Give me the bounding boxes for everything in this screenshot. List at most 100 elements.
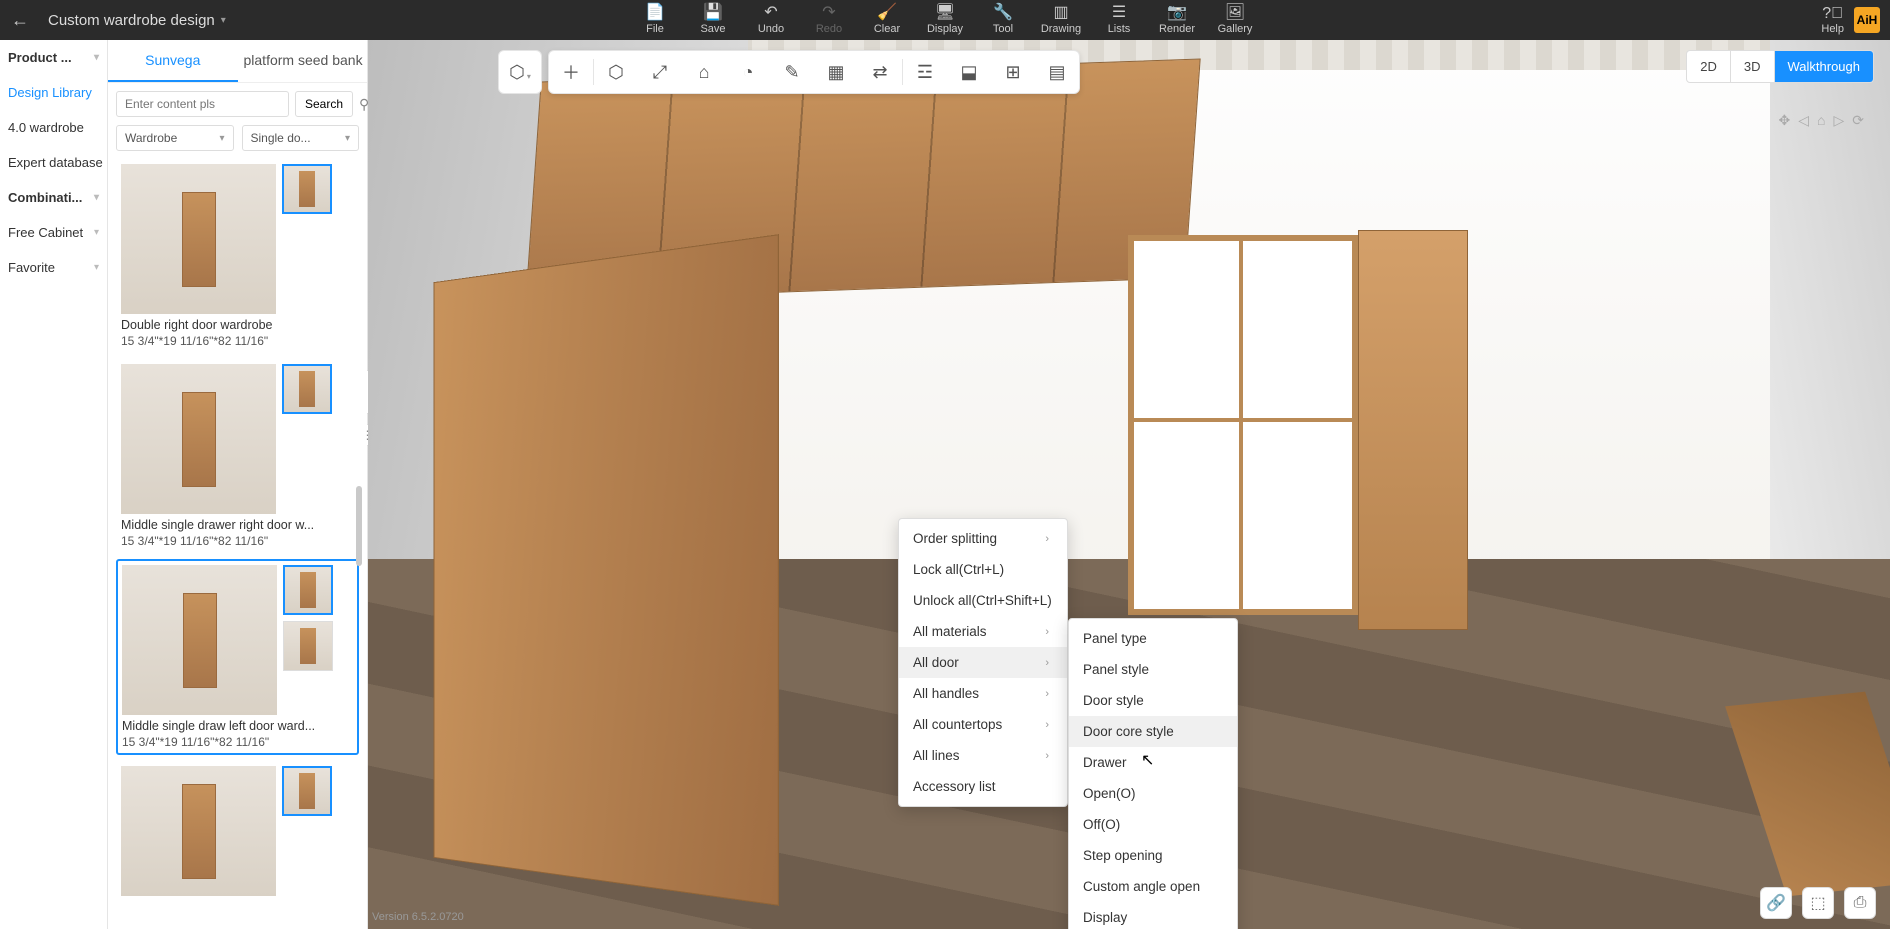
viewport-mode-button[interactable]: ⬡▾ [498,50,542,94]
project-title[interactable]: Custom wardrobe design ▾ [40,12,234,29]
tool-icon: ☲ [917,62,933,83]
card-thumb[interactable] [121,766,276,896]
vp-tool-3[interactable]: ⌂ [682,50,726,94]
toolbar-display[interactable]: 🖥Display [916,0,974,40]
variant-thumb[interactable] [283,621,333,671]
leftnav-item[interactable]: Favorite▾ [0,250,107,285]
nav-next-icon[interactable]: ▷ [1833,112,1844,129]
menu-item[interactable]: All materials› [899,616,1067,647]
toolbar-gallery[interactable]: 🖼Gallery [1206,0,1264,40]
card-thumb[interactable] [122,565,277,715]
viewport-3d[interactable]: ⬡▾ ＋⬡⤢⌂◔✎▦⇄☲⬓⊞▤ 2D3DWalkthrough ✥ ◁ ⌂ ▷ … [368,40,1890,929]
leftnav-item[interactable]: Combinati...▾ [0,180,107,215]
card-thumb[interactable] [121,364,276,514]
context-menu[interactable]: Order splitting›Lock all(Ctrl+L)Unlock a… [898,518,1068,807]
back-button[interactable]: ← [0,10,40,31]
variant-thumb[interactable] [282,164,332,214]
nav-prev-icon[interactable]: ◁ [1798,112,1809,129]
chevron-down-icon: ▾ [94,227,99,238]
help-button[interactable]: ?⃝ Help [1821,5,1844,35]
menu-item[interactable]: Order splitting› [899,523,1067,554]
help-icon: ?⃝ [1822,5,1843,23]
nav-move-icon[interactable]: ✥ [1779,112,1791,129]
menu-item[interactable]: Door style [1069,685,1237,716]
subtype-select[interactable]: Single do...▾ [242,125,360,151]
brand-logo[interactable]: AiH [1854,7,1880,33]
menu-item[interactable]: Display [1069,902,1237,929]
library-selects: Wardrobe▾ Single do...▾ [108,125,367,159]
menu-item[interactable]: Off(O) [1069,809,1237,840]
library-card[interactable]: ☆Middle single draw left door ward...15 … [116,559,359,755]
menu-item[interactable]: All lines› [899,740,1067,771]
chevron-down-icon: ▾ [94,52,99,63]
nav-home-icon[interactable]: ⌂ [1817,112,1825,129]
cube-view-icon[interactable]: ⬚ [1802,887,1834,919]
vp-tool-6[interactable]: ▦ [814,50,858,94]
menu-label: Drawer [1083,755,1127,770]
menu-item[interactable]: Custom angle open [1069,871,1237,902]
link-icon[interactable]: 🔗 [1760,887,1792,919]
search-input[interactable] [116,91,289,117]
menu-item[interactable]: Step opening [1069,840,1237,871]
tall-cabinet-right[interactable] [1358,230,1468,630]
toolbar-save[interactable]: 💾Save [684,0,742,40]
vp-tool-7[interactable]: ⇄ [858,50,902,94]
sliding-wardrobe[interactable] [1128,235,1358,615]
toolbar-undo[interactable]: ↶Undo [742,0,800,40]
leftnav-item[interactable]: 4.0 wardrobe [0,110,107,145]
menu-item[interactable]: Lock all(Ctrl+L) [899,554,1067,585]
toolbar-render[interactable]: 📷Render [1148,0,1206,40]
vp-tool-9[interactable]: ⬓ [947,50,991,94]
leftnav-item[interactable]: Free Cabinet▾ [0,215,107,250]
scrollbar-thumb[interactable] [356,486,362,566]
library-list[interactable]: ☆Double right door wardrobe15 3/4"*19 11… [108,159,367,929]
toolbar-clear[interactable]: 🧹Clear [858,0,916,40]
nav-refresh-icon[interactable]: ⟳ [1852,112,1864,129]
viewmode-walkthrough[interactable]: Walkthrough [1774,51,1874,82]
menu-item[interactable]: All door› [899,647,1067,678]
library-card[interactable]: ☆Double right door wardrobe15 3/4"*19 11… [116,159,359,353]
search-button[interactable]: Search [295,91,353,117]
menu-item[interactable]: Drawer [1069,747,1237,778]
viewmode-3d[interactable]: 3D [1730,51,1774,82]
variant-thumb[interactable] [283,565,333,615]
tall-cabinet-left[interactable] [434,234,779,906]
variant-thumb[interactable] [282,766,332,816]
card-thumb[interactable] [121,164,276,314]
leftnav-item[interactable]: Design Library [0,75,107,110]
menu-item[interactable]: Accessory list [899,771,1067,802]
leftnav-item[interactable]: Product ...▾ [0,40,107,75]
vp-tool-2[interactable]: ⤢ [638,50,682,94]
menu-label: All materials [913,624,987,639]
vp-tool-5[interactable]: ✎ [770,50,814,94]
library-card[interactable]: ☆Middle single drawer right door w...15 … [116,359,359,553]
vp-tool-10[interactable]: ⊞ [991,50,1035,94]
variant-thumb[interactable] [282,364,332,414]
library-card[interactable]: ☆ [116,761,359,901]
context-submenu-all-door[interactable]: Panel typePanel styleDoor styleDoor core… [1068,618,1238,929]
menu-item[interactable]: Panel style [1069,654,1237,685]
library-tab-sunvega[interactable]: Sunvega [108,40,238,82]
menu-item[interactable]: Door core style [1069,716,1237,747]
category-select[interactable]: Wardrobe▾ [116,125,234,151]
vp-tool-4[interactable]: ◔ [726,50,770,94]
snapshot-icon[interactable]: ⎙ [1844,887,1876,919]
vp-tool-11[interactable]: ▤ [1035,50,1079,94]
menu-item[interactable]: Panel type [1069,623,1237,654]
library-tab-seedbank[interactable]: platform seed bank [238,40,368,82]
menu-item[interactable]: All countertops› [899,709,1067,740]
tool-icon: ⬓ [960,62,977,83]
vp-tool-1[interactable]: ⬡ [594,50,638,94]
leftnav-item[interactable]: Expert database [0,145,107,180]
menu-item[interactable]: All handles› [899,678,1067,709]
vp-tool-8[interactable]: ☲ [903,50,947,94]
vp-tool-0[interactable]: ＋ [549,50,593,94]
viewmode-2d[interactable]: 2D [1687,51,1730,82]
menu-item[interactable]: Open(O) [1069,778,1237,809]
toolbar-file[interactable]: 📄File [626,0,684,40]
toolbar-redo[interactable]: ↷Redo [800,0,858,40]
menu-item[interactable]: Unlock all(Ctrl+Shift+L) [899,585,1067,616]
toolbar-lists[interactable]: ☰Lists [1090,0,1148,40]
toolbar-tool[interactable]: 🔧Tool [974,0,1032,40]
toolbar-drawing[interactable]: ▥Drawing [1032,0,1090,40]
